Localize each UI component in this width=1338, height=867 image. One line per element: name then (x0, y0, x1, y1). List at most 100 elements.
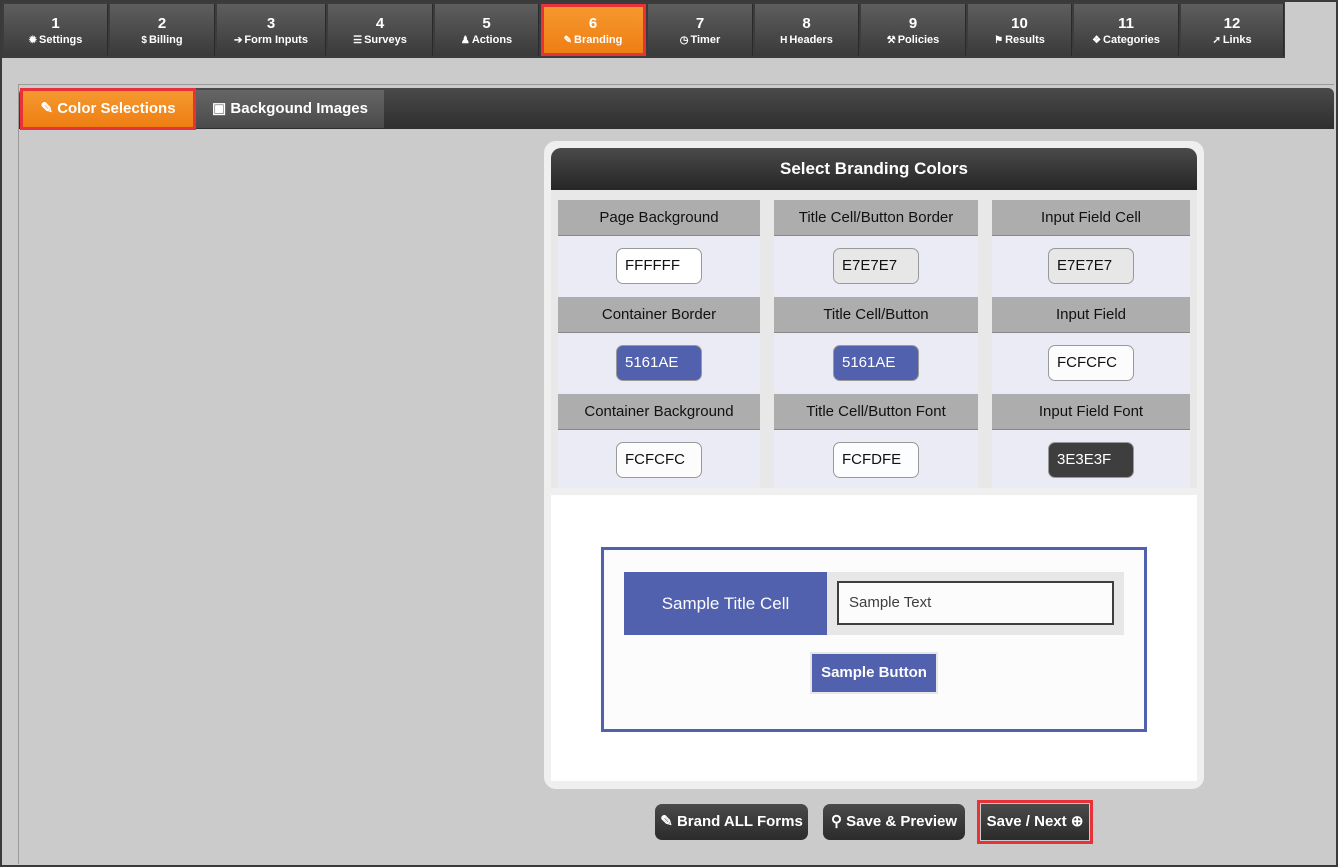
step-number: 4 (375, 15, 385, 32)
step-label: ◷ Timer (648, 33, 752, 48)
clock-icon: ◷ (679, 35, 689, 46)
gavel-icon: ⚒ (886, 35, 896, 46)
step-form-inputs[interactable]: 3 ➔ Form Inputs (217, 4, 326, 56)
list-icon: ☰ (353, 35, 363, 46)
step-label-text: Form Inputs (244, 34, 308, 46)
tab-color-selections[interactable]: ✎ Color Selections (20, 88, 196, 130)
color-cell-label: Input Field Font (992, 394, 1190, 430)
flag-icon: ⚑ (994, 35, 1004, 46)
step-label: ➚ Links (1181, 33, 1283, 48)
search-icon: ⚲ (830, 813, 842, 830)
content-divider (18, 84, 1334, 85)
step-label: $ Billing (110, 33, 214, 48)
step-label: ❖ Categories (1074, 33, 1178, 48)
step-label-text: Settings (38, 34, 83, 46)
step-number: 9 (908, 15, 918, 32)
step-label: ✎ Branding (541, 33, 645, 48)
color-cell-label: Input Field Cell (992, 200, 1190, 236)
step-number: 12 (1223, 15, 1241, 32)
sample-row: Sample Title Cell Sample Text (624, 572, 1124, 635)
step-number: 11 (1118, 15, 1134, 32)
step-label-text: Surveys (364, 34, 407, 46)
color-cell: 3E3E3F (992, 430, 1190, 491)
image-icon: ▣ (212, 100, 227, 117)
step-label-text: Links (1222, 34, 1252, 46)
color-swatch-input[interactable]: FFFFFF (616, 248, 702, 284)
step-headers[interactable]: 8 H Headers (755, 4, 859, 56)
step-label: H Headers (755, 33, 858, 48)
brush-icon: ✎ (660, 813, 673, 830)
step-surveys[interactable]: 4 ☰ Surveys (328, 4, 433, 56)
button-label: Brand ALL Forms (676, 813, 803, 830)
step-settings[interactable]: 1 ✹ Settings (4, 4, 108, 56)
sample-input-field[interactable]: Sample Text (837, 581, 1114, 625)
step-number: 5 (482, 15, 491, 32)
step-number: 2 (157, 15, 167, 32)
color-swatch-input[interactable]: FCFCFC (1048, 345, 1134, 381)
step-links[interactable]: 12 ➚ Links (1181, 4, 1284, 56)
user-icon: ♟ (460, 35, 470, 46)
color-cell: FFFFFF (558, 236, 760, 297)
color-swatch-input[interactable]: E7E7E7 (1048, 248, 1134, 284)
color-cell-label: Title Cell/Button Font (774, 394, 978, 430)
subtab-bar: ✎ Color Selections ▣ Backgound Images (19, 88, 1334, 130)
tab-label: Backgound Images (230, 100, 368, 117)
header-icon: H (780, 35, 788, 46)
step-label-text: Results (1005, 34, 1045, 46)
tab-background-images[interactable]: ▣ Backgound Images (196, 90, 384, 128)
color-swatch-input[interactable]: 5161AE (616, 345, 702, 381)
circle-arrow-right-icon: ⊕ (1070, 813, 1084, 830)
step-timer[interactable]: 7 ◷ Timer (648, 4, 753, 56)
content-left-border (18, 84, 19, 864)
color-cell-label: Page Background (558, 200, 760, 236)
step-billing[interactable]: 2 $ Billing (110, 4, 215, 56)
step-results[interactable]: 10 ⚑ Results (968, 4, 1072, 56)
sign-in-icon: ➔ (234, 35, 243, 46)
color-swatch-input[interactable]: 3E3E3F (1048, 442, 1134, 478)
step-actions[interactable]: 5 ♟ Actions (435, 4, 539, 56)
step-label: ✹ Settings (4, 33, 107, 48)
button-label: Save & Preview (846, 813, 958, 830)
color-cell-label: Title Cell/Button (774, 297, 978, 333)
brand-all-forms-button[interactable]: ✎ Brand ALL Forms (655, 804, 808, 840)
step-label-text: Policies (897, 34, 940, 46)
step-label: ⚑ Results (968, 33, 1071, 48)
step-number: 8 (802, 15, 811, 32)
step-label-text: Categories (1103, 34, 1160, 46)
color-swatch-input[interactable]: FCFDFE (833, 442, 919, 478)
step-label: ♟ Actions (435, 33, 538, 48)
step-label-text: Branding (574, 34, 623, 46)
color-cell-label: Container Background (558, 394, 760, 430)
color-cell: E7E7E7 (774, 236, 978, 297)
step-label-text: Actions (471, 34, 513, 46)
step-branding[interactable]: 6 ✎ Branding (541, 4, 646, 56)
step-policies[interactable]: 9 ⚒ Policies (861, 4, 966, 56)
save-preview-button[interactable]: ⚲ Save & Preview (823, 804, 965, 840)
color-swatch-input[interactable]: FCFCFC (616, 442, 702, 478)
button-label: Save / Next (986, 813, 1067, 830)
color-cell: 5161AE (774, 333, 978, 394)
cubes-icon: ❖ (1092, 35, 1102, 46)
step-label: ☰ Surveys (328, 33, 432, 48)
brush-icon: ✎ (40, 100, 54, 117)
color-cell: FCFDFE (774, 430, 978, 491)
sample-container: Sample Title Cell Sample Text Sample But… (601, 547, 1147, 732)
color-cell-label: Title Cell/Button Border (774, 200, 978, 236)
color-cell-label: Input Field (992, 297, 1190, 333)
save-next-button[interactable]: Save / Next ⊕ (977, 800, 1093, 844)
color-cell: 5161AE (558, 333, 760, 394)
step-label-text: Timer (690, 34, 721, 46)
color-cell: FCFCFC (992, 333, 1190, 394)
preview-separator (551, 488, 1197, 495)
panel-title: Select Branding Colors (551, 148, 1197, 190)
step-number: 7 (695, 15, 705, 32)
color-swatch-input[interactable]: 5161AE (833, 345, 919, 381)
step-nav: 1 ✹ Settings 2 $ Billing 3 ➔ Form Inputs 4 ☰ Survey… (2, 2, 1336, 58)
color-cell: FCFCFC (558, 430, 760, 491)
color-swatch-input[interactable]: E7E7E7 (833, 248, 919, 284)
color-cell-label: Container Border (558, 297, 760, 333)
step-number: 3 (266, 15, 276, 32)
sample-button[interactable]: Sample Button (810, 652, 938, 694)
step-categories[interactable]: 11 ❖ Categories (1074, 4, 1179, 56)
step-label: ⚒ Policies (861, 33, 965, 48)
